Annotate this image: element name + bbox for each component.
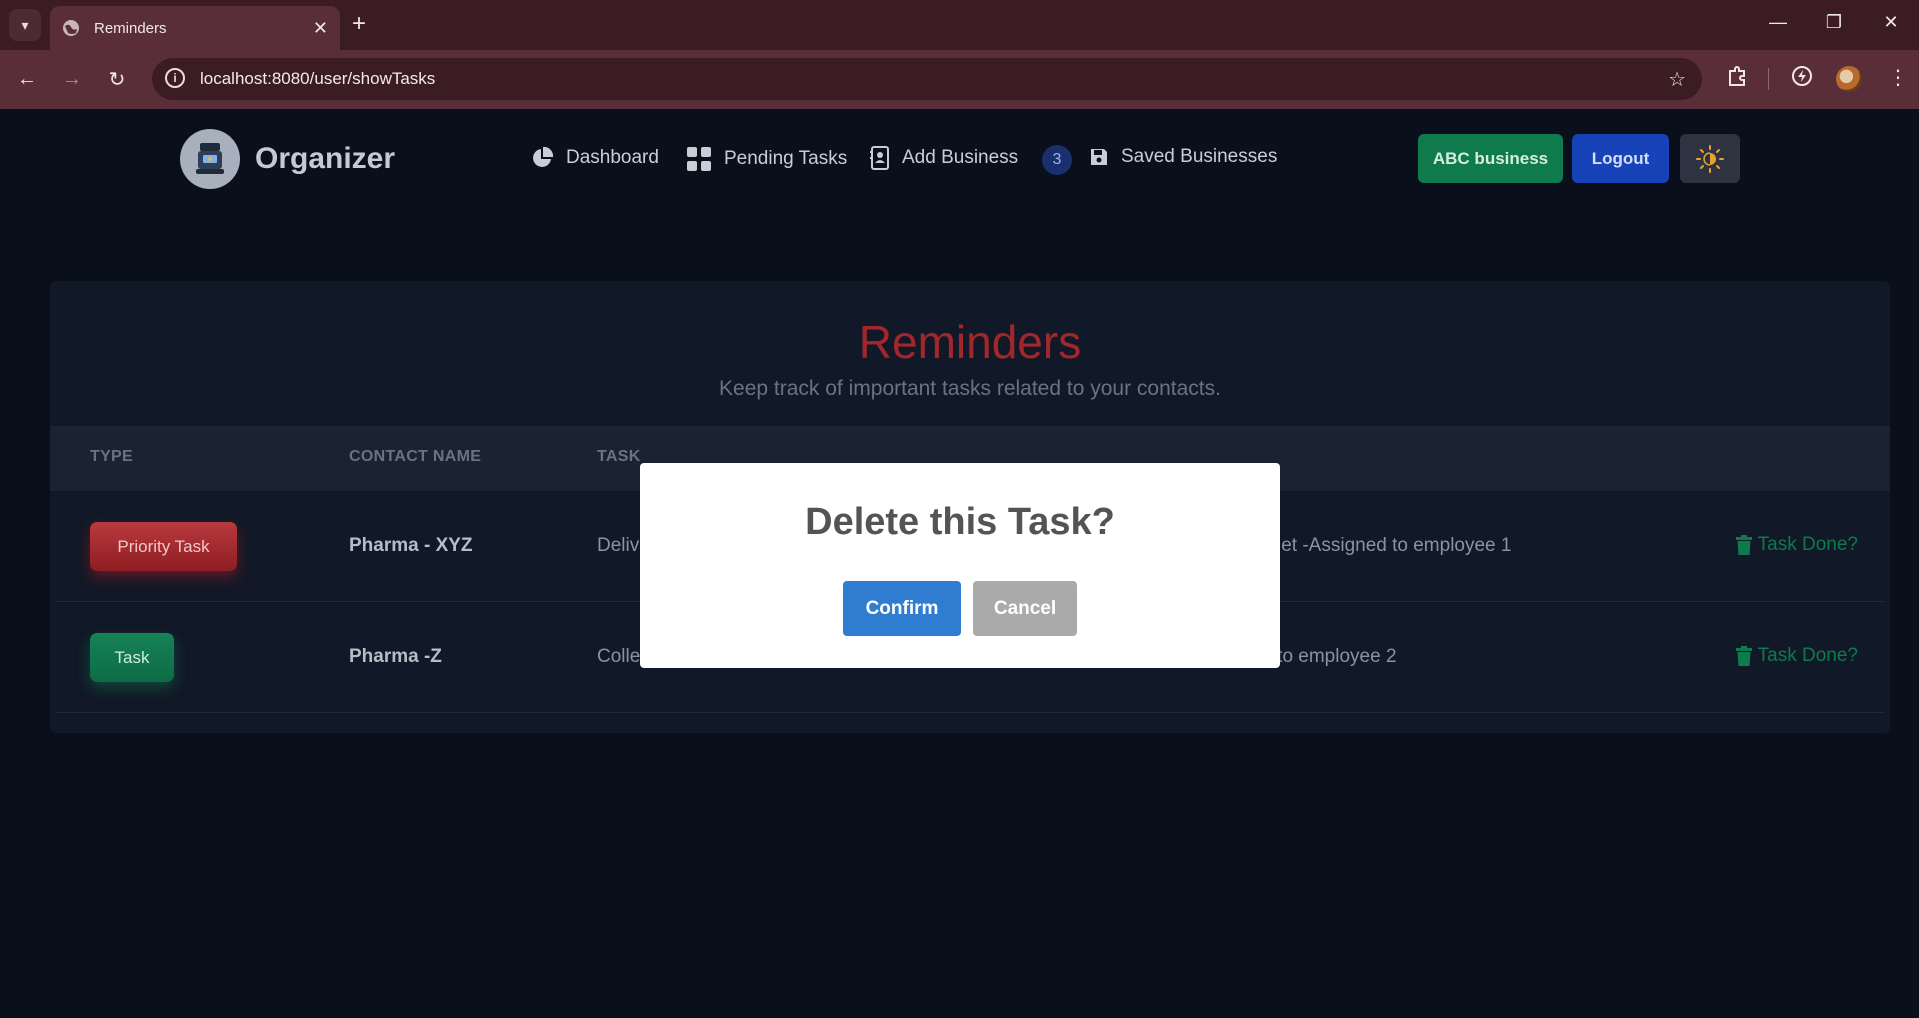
- window-close-icon[interactable]: ✕: [1877, 12, 1905, 33]
- tab-title: Reminders: [94, 19, 167, 37]
- kebab-menu-icon[interactable]: ⋮: [1888, 65, 1908, 90]
- star-icon[interactable]: ☆: [1668, 67, 1686, 92]
- save-icon: [1089, 147, 1109, 167]
- header-type: TYPE: [90, 448, 133, 465]
- toolbar-separator: [1768, 68, 1769, 90]
- nav-pending-tasks[interactable]: Pending Tasks: [686, 146, 847, 172]
- sun-icon: [1696, 144, 1724, 173]
- business-button[interactable]: ABC business: [1418, 134, 1563, 183]
- header-task: TASK: [597, 448, 641, 465]
- task-done-button[interactable]: Task Done?: [1735, 534, 1858, 556]
- close-icon[interactable]: ✕: [313, 18, 328, 39]
- notification-badge[interactable]: 3: [1042, 145, 1072, 175]
- browser-toolbar: ← → ↻ i localhost:8080/user/showTasks ☆ …: [0, 50, 1919, 109]
- contact-name: Pharma - XYZ: [349, 535, 473, 556]
- lightning-icon[interactable]: [1791, 65, 1813, 93]
- reload-icon[interactable]: ↻: [101, 63, 133, 95]
- cancel-button[interactable]: Cancel: [973, 581, 1077, 636]
- task-done-label: Task Done?: [1757, 534, 1858, 555]
- profile-avatar[interactable]: [1836, 66, 1862, 92]
- logout-button[interactable]: Logout: [1572, 134, 1669, 183]
- type-pill-task[interactable]: Task: [90, 633, 174, 682]
- delete-task-modal: Delete this Task? Confirm Cancel: [640, 463, 1280, 668]
- info-icon[interactable]: i: [165, 68, 185, 88]
- theme-toggle-button[interactable]: [1680, 134, 1740, 183]
- trash-icon: [1735, 535, 1752, 555]
- back-arrow-icon[interactable]: ←: [11, 63, 43, 95]
- nav-saved-businesses-label: Saved Businesses: [1121, 146, 1278, 167]
- nav-pending-tasks-label: Pending Tasks: [724, 148, 848, 169]
- nav-saved-businesses[interactable]: Saved Businesses: [1089, 146, 1277, 168]
- page-subtitle: Keep track of important tasks related to…: [719, 377, 1221, 400]
- plus-icon[interactable]: +: [352, 12, 366, 36]
- nav-dashboard[interactable]: Dashboard: [530, 146, 659, 170]
- address-bar[interactable]: i localhost:8080/user/showTasks ☆: [152, 58, 1702, 100]
- header-contact-name: CONTACT NAME: [349, 448, 482, 465]
- task-done-button[interactable]: Task Done?: [1735, 645, 1858, 667]
- task-details: let -Assigned to employee 1: [1277, 535, 1512, 556]
- modal-title: Delete this Task?: [805, 501, 1115, 543]
- type-pill-priority[interactable]: Priority Task: [90, 522, 237, 571]
- task-text: Deliv: [597, 535, 640, 556]
- task-done-label: Task Done?: [1757, 645, 1858, 666]
- trash-icon: [1735, 646, 1752, 666]
- puzzle-icon[interactable]: [1726, 65, 1748, 93]
- nav-add-business-label: Add Business: [902, 147, 1019, 168]
- chevron-down-icon[interactable]: ▾: [9, 9, 41, 41]
- page-title: Reminders: [858, 316, 1082, 368]
- globe-icon: [63, 20, 79, 36]
- logo-icon: [196, 143, 224, 174]
- browser-tab[interactable]: Reminders ✕: [50, 6, 340, 50]
- minimize-icon[interactable]: —: [1764, 12, 1792, 33]
- app-navbar: Organizer Dashboard Pending Tasks Add Bu…: [0, 109, 1919, 209]
- confirm-button[interactable]: Confirm: [843, 581, 961, 636]
- contact-name: Pharma -Z: [349, 646, 442, 667]
- restore-icon[interactable]: ❐: [1820, 12, 1848, 33]
- contact-book-icon: [870, 146, 890, 170]
- nav-dashboard-label: Dashboard: [566, 147, 659, 168]
- browser-tabbar: ▾ Reminders ✕ + — ❐ ✕: [0, 0, 1919, 50]
- brand-name[interactable]: Organizer: [255, 142, 395, 176]
- forward-arrow-icon[interactable]: →: [56, 63, 88, 95]
- organizer-logo[interactable]: [180, 129, 240, 189]
- pie-chart-icon: [530, 146, 554, 170]
- nav-add-business[interactable]: Add Business: [870, 146, 1018, 170]
- url-text[interactable]: localhost:8080/user/showTasks: [200, 69, 435, 89]
- grid-icon: [686, 146, 712, 172]
